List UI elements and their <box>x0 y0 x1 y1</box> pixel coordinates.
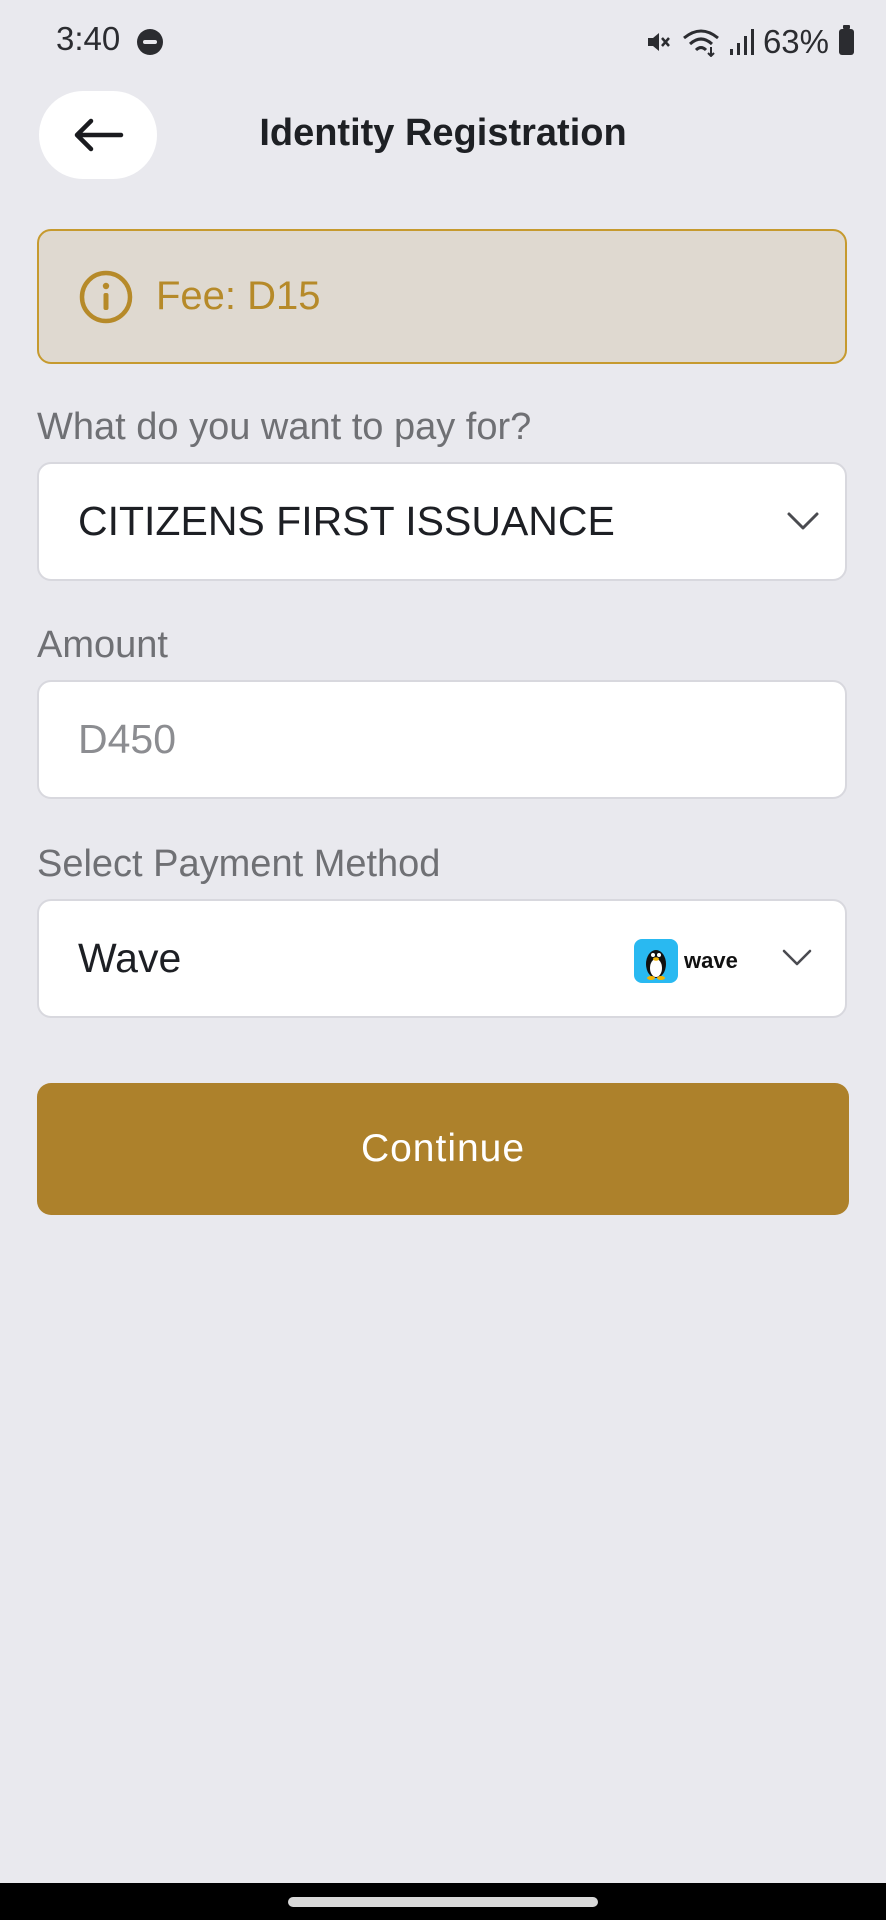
do-not-disturb-icon <box>137 29 163 55</box>
mute-icon <box>647 33 670 51</box>
battery-icon <box>839 25 854 55</box>
payment-method-value: Wave <box>78 935 182 981</box>
page-title: Identity Registration <box>259 112 627 154</box>
chevron-down-icon <box>782 949 812 966</box>
payment-method-select[interactable]: Wave wave <box>37 899 847 1018</box>
wifi-icon <box>682 29 719 57</box>
wave-logo: wave <box>634 939 738 983</box>
status-indicators: 63% <box>643 20 854 64</box>
fee-banner: Fee: D15 <box>37 229 847 364</box>
wave-logo-text: wave <box>684 948 738 973</box>
pay-for-label: What do you want to pay for? <box>37 406 532 448</box>
fee-text: Fee: D15 <box>156 274 321 318</box>
wave-penguin-icon <box>634 939 678 983</box>
amount-label: Amount <box>37 624 168 666</box>
info-icon <box>79 270 133 323</box>
payment-method-label: Select Payment Method <box>37 843 441 885</box>
home-indicator[interactable] <box>288 1897 598 1907</box>
amount-field[interactable]: D450 <box>37 680 847 799</box>
amount-placeholder: D450 <box>78 716 177 762</box>
status-time: 3:40 <box>56 20 121 57</box>
battery-percent: 63% <box>762 23 829 60</box>
signal-icon <box>729 29 754 55</box>
pay-for-select[interactable]: CITIZENS FIRST ISSUANCE <box>37 462 847 581</box>
chevron-down-icon <box>787 512 819 530</box>
continue-button[interactable]: Continue <box>37 1083 849 1215</box>
pay-for-value: CITIZENS FIRST ISSUANCE <box>78 498 615 544</box>
